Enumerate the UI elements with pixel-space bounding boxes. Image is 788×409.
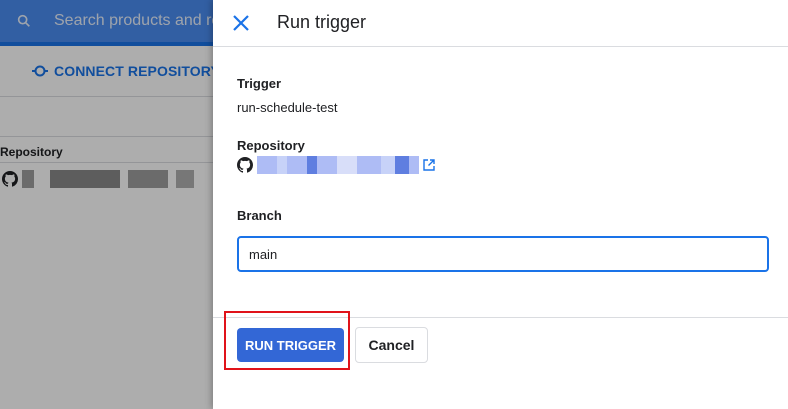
cancel-button[interactable]: Cancel: [355, 327, 428, 363]
drawer-header: Run trigger: [213, 0, 788, 47]
run-trigger-button[interactable]: RUN TRIGGER: [237, 328, 344, 362]
branch-input[interactable]: [237, 236, 769, 272]
branch-label: Branch: [237, 208, 282, 223]
external-link-icon[interactable]: [423, 159, 435, 171]
trigger-label: Trigger: [237, 76, 282, 91]
trigger-value: run-schedule-test: [237, 100, 338, 115]
drawer-title: Run trigger: [277, 12, 367, 32]
github-icon: [237, 157, 253, 173]
run-trigger-drawer: Run trigger Trigger run-schedule-test Re…: [213, 0, 788, 409]
redacted-repository-name: [257, 156, 419, 174]
close-icon[interactable]: [229, 11, 253, 35]
repository-link[interactable]: [237, 156, 435, 174]
repository-label: Repository: [237, 138, 305, 153]
